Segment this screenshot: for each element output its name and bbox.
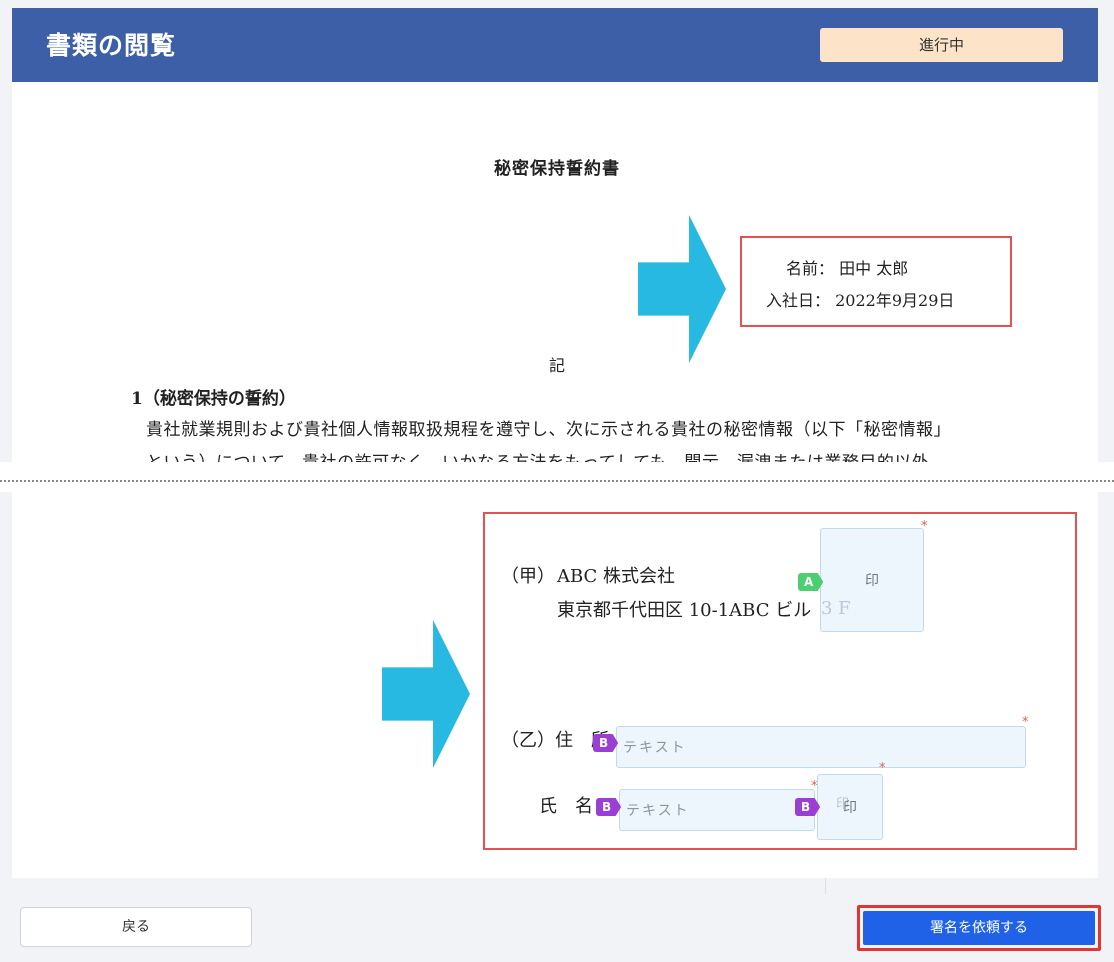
party-a-address: 東京都千代田区 10-1ABC ビル (557, 600, 812, 621)
arrow-right-icon (638, 215, 726, 363)
ki-heading: 記 (548, 356, 565, 375)
signer-b-tag: B (593, 734, 619, 752)
join-label: 入社日： (766, 291, 831, 310)
page-gap (0, 462, 1114, 492)
request-signature-highlight: 署名を依頼する (857, 905, 1101, 951)
name-placeholder: テキスト (626, 803, 690, 819)
party-a-label: （甲） (501, 566, 555, 587)
address-placeholder: テキスト (623, 740, 687, 756)
request-signature-button[interactable]: 署名を依頼する (863, 911, 1095, 945)
party-b-address-field[interactable]: テキスト (616, 726, 1026, 768)
party-b-name-field[interactable]: テキスト (619, 789, 815, 831)
required-mark: * (879, 761, 886, 776)
document-page-top: 秘密保持誓約書 名前： 田中 太郎 入社日： 2022年9月29日 記 1（秘密… (12, 82, 1098, 462)
party-b-name-label: 氏 名 (539, 796, 593, 817)
body-text-line: という）について、貴社の許可なく、いかなる方法をもってしても、開示、漏洩または業… (146, 448, 929, 462)
party-b-address-label: （乙）住 所 (501, 730, 609, 751)
join-date: 入社日： 2022年9月29日 (766, 287, 954, 311)
arrow-right-icon (382, 620, 470, 768)
party-a-company: ABC 株式会社 (557, 566, 676, 587)
page-title: 書類の閲覧 (46, 31, 177, 60)
employee-info-box: 名前： 田中 太郎 入社日： 2022年9月29日 (740, 236, 1012, 327)
scroll-rail (825, 878, 826, 894)
status-badge: 進行中 (820, 28, 1063, 62)
employee-name: 名前： 田中 太郎 (786, 255, 908, 279)
page-divider (0, 480, 1114, 482)
signature-area: （甲） ABC 株式会社 東京都千代田区 10-1ABC ビル 印 3 F * … (483, 512, 1077, 850)
party-a-floor: 3 F (821, 598, 851, 619)
body-text-line: 貴社就業規則および貴社個人情報取扱規程を遵守し、次に示される貴社の秘密情報（以下… (146, 420, 951, 440)
header-bar: 書類の閲覧 進行中 (12, 8, 1098, 82)
name-value: 田中 太郎 (839, 259, 909, 278)
seal-label: 印 (843, 800, 857, 816)
signer-b-tag: B (596, 798, 622, 816)
document-page-bottom: （甲） ABC 株式会社 東京都千代田区 10-1ABC ビル 印 3 F * … (12, 492, 1098, 878)
join-value: 2022年9月29日 (835, 291, 955, 310)
party-b-seal-field[interactable]: 印 印 (817, 774, 883, 840)
seal-label: 印 (865, 573, 879, 589)
required-mark: * (921, 519, 928, 534)
required-mark: * (1022, 715, 1029, 730)
section-heading: 1（秘密保持の誓約） (131, 389, 296, 409)
back-button[interactable]: 戻る (20, 907, 252, 947)
document-viewer: 書類の閲覧 進行中 秘密保持誓約書 名前： 田中 太郎 入社日： 2022年9月… (0, 0, 1114, 962)
name-label: 名前： (786, 259, 835, 278)
document-title: 秘密保持誓約書 (494, 159, 620, 179)
